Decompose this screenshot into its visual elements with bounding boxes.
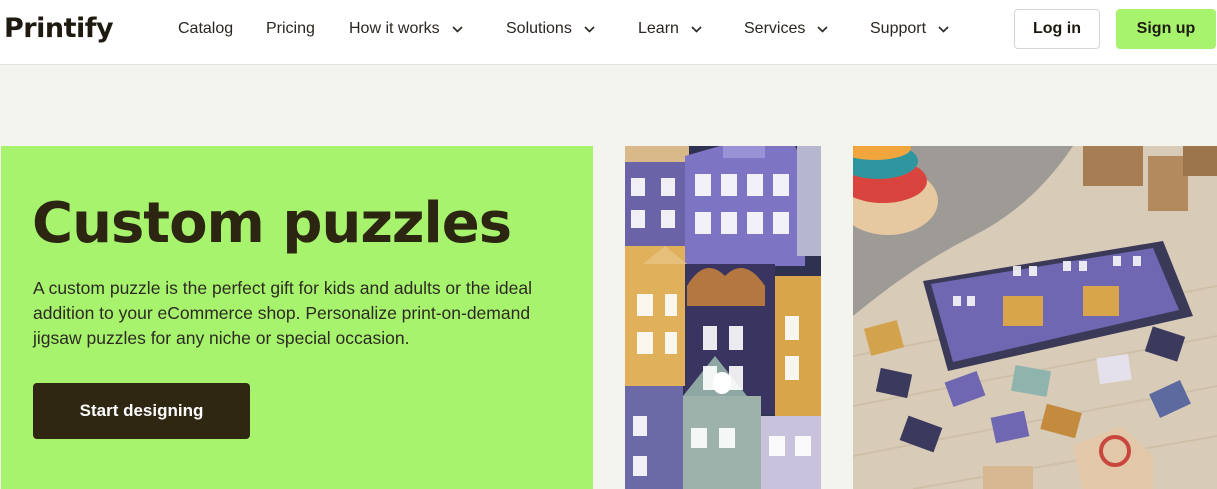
hero-description: A custom puzzle is the perfect gift for … (33, 278, 533, 348)
nav-how-it-works[interactable]: How it works (349, 17, 463, 41)
chevron-down-icon (938, 25, 949, 33)
nav-services[interactable]: Services (744, 17, 828, 41)
nav-services-label: Services (744, 20, 806, 37)
chevron-down-icon (584, 25, 595, 33)
login-button[interactable]: Log in (1014, 9, 1100, 49)
page-title: Custom puzzles (32, 191, 512, 256)
hero-panel: Custom puzzles A custom puzzle is the pe… (1, 146, 593, 489)
nav-how-it-works-label: How it works (349, 20, 440, 37)
nav-catalog-label: Catalog (178, 20, 234, 37)
nav-solutions[interactable]: Solutions (506, 17, 595, 41)
nav-pricing-label: Pricing (266, 20, 315, 37)
nav-solutions-label: Solutions (506, 20, 572, 37)
signup-button[interactable]: Sign up (1116, 9, 1216, 49)
chevron-down-icon (691, 25, 702, 33)
chevron-down-icon (817, 25, 828, 33)
start-designing-button[interactable]: Start designing (33, 383, 250, 439)
nav-learn[interactable]: Learn (638, 17, 702, 41)
puzzle-artwork-image (625, 146, 821, 489)
printify-logo[interactable]: Printify (4, 9, 114, 49)
nav-support-label: Support (870, 20, 927, 37)
top-navigation: Printify Catalog Pricing How it works So… (0, 0, 1217, 65)
nav-learn-label: Learn (638, 20, 679, 37)
nav-catalog[interactable]: Catalog (178, 17, 233, 41)
nav-support[interactable]: Support (870, 17, 949, 41)
nav-pricing[interactable]: Pricing (266, 17, 315, 41)
puzzle-photo-image (853, 146, 1217, 489)
chevron-down-icon (452, 25, 463, 33)
